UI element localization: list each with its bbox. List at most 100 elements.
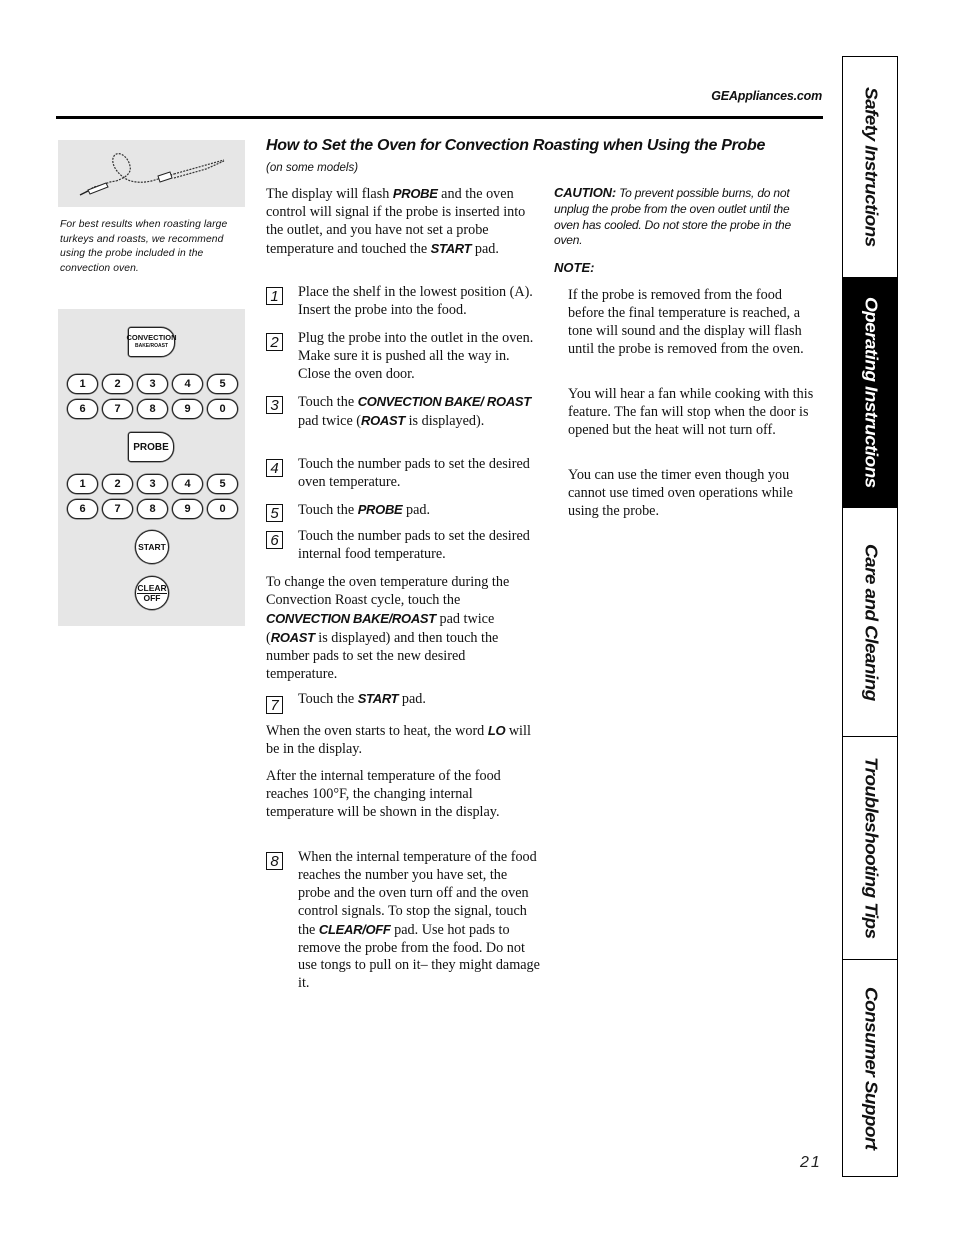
probe-illustration: [58, 140, 245, 207]
number-pad: 5: [207, 474, 238, 494]
step-4: 4 Touch the number pads to set the desir…: [266, 456, 541, 492]
tab-label: Safety Instructions: [860, 87, 881, 247]
step-6: 6 Touch the number pads to set the desir…: [266, 528, 541, 564]
step-text: Touch the number pads to set the desired…: [298, 456, 530, 490]
text: Touch the: [298, 394, 358, 410]
step-2: 2 Plug the probe into the outlet in the …: [266, 330, 541, 384]
step-number: 6: [266, 531, 283, 549]
start-pad-label: START: [138, 541, 166, 552]
clear-pad-line1: CLEAR: [137, 582, 167, 594]
step-8: 8 When the internal temperature of the f…: [266, 849, 541, 993]
step-number: 5: [266, 504, 283, 522]
tab-consumer-support[interactable]: Consumer Support: [843, 960, 897, 1176]
keyword-roast: ROAST: [270, 629, 315, 645]
number-pad: 0: [207, 399, 238, 419]
step-3: 3 Touch the CONVECTION BAKE/ ROAST pad t…: [266, 393, 541, 431]
text: Touch the: [298, 502, 358, 518]
number-pad: 3: [137, 474, 168, 494]
step-text: Touch the CONVECTION BAKE/ ROAST pad twi…: [298, 393, 541, 431]
number-pad: 4: [172, 374, 203, 394]
intro-paragraph: The display will flash PROBE and the ove…: [266, 185, 538, 259]
step-text: When the internal temperature of the foo…: [298, 849, 541, 993]
convection-pad-line1: CONVECTION: [126, 333, 177, 342]
probe-pad: PROBE: [128, 432, 174, 462]
step-number: 1: [266, 287, 283, 305]
clear-pad-line2: OFF: [143, 592, 161, 603]
number-pad: 2: [102, 474, 133, 494]
text: pad.: [398, 691, 426, 707]
number-pad: 9: [172, 399, 203, 419]
number-pad: 3: [137, 374, 168, 394]
tab-label: Troubleshooting Tips: [860, 757, 881, 939]
page-subtitle: (on some models): [266, 162, 359, 174]
number-pad: 2: [102, 374, 133, 394]
header-rule: [56, 116, 823, 119]
note-label: NOTE:: [554, 260, 595, 275]
meat-probe-icon: [79, 153, 225, 196]
keyword-convection-bake-roast: CONVECTION BAKE/ROAST: [266, 610, 436, 626]
keyword-probe: PROBE: [357, 502, 403, 517]
keyword-start: START: [357, 691, 399, 706]
step-number: 7: [266, 696, 283, 714]
step-5: 5 Touch the PROBE pad.: [266, 501, 541, 522]
number-pad: 1: [67, 374, 98, 394]
number-pad: 0: [207, 499, 238, 519]
number-pad: 5: [207, 374, 238, 394]
text: pad twice (: [298, 412, 362, 429]
tab-care-and-cleaning[interactable]: Care and Cleaning: [843, 508, 897, 737]
keyword-probe: PROBE: [392, 186, 438, 201]
number-pad: 7: [102, 399, 133, 419]
convection-bake-roast-pad: CONVECTION BAKE/ROAST: [126, 327, 177, 357]
clear-off-pad: CLEAR OFF: [135, 576, 169, 610]
number-pad: 8: [137, 399, 168, 419]
text: When the oven starts to heat, the word: [266, 723, 488, 739]
text: To change the oven temperature during th…: [266, 574, 510, 608]
tab-safety-instructions[interactable]: Safety Instructions: [843, 57, 897, 278]
caution-note: CAUTION: To prevent possible burns, do n…: [554, 185, 794, 249]
number-pad: 8: [137, 499, 168, 519]
caution-label: CAUTION:: [554, 185, 616, 200]
tab-operating-instructions[interactable]: Operating Instructions: [843, 278, 897, 508]
step-1: 1 Place the shelf in the lowest position…: [266, 284, 541, 320]
convection-pad-line2: BAKE/ROAST: [134, 343, 169, 349]
keyword-lo: LO: [487, 723, 506, 738]
step-text: Touch the number pads to set the desired…: [298, 528, 530, 562]
text: is displayed).: [405, 412, 485, 429]
section-tabs: Safety Instructions Operating Instructio…: [842, 56, 898, 1177]
tab-label: Care and Cleaning: [860, 543, 881, 701]
lo-display-paragraph: When the oven starts to heat, the word L…: [266, 722, 538, 759]
step-number: 8: [266, 852, 283, 870]
tab-label: Consumer Support: [860, 986, 881, 1150]
number-pad: 6: [67, 499, 98, 519]
text: Touch the: [298, 691, 358, 707]
step-text: Plug the probe into the outlet in the ov…: [298, 330, 534, 382]
start-pad: START: [135, 530, 169, 564]
step-number: 4: [266, 459, 283, 477]
note-paragraph: You will hear a fan while cooking with t…: [568, 386, 814, 438]
change-temperature-paragraph: To change the oven temperature during th…: [266, 574, 538, 683]
probe-caption: For best results when roasting large tur…: [60, 219, 228, 274]
page-title: How to Set the Oven for Convection Roast…: [266, 137, 766, 154]
text: pad.: [471, 240, 499, 257]
note-paragraph: If the probe is removed from the food be…: [568, 287, 804, 357]
page-number: 21: [800, 1154, 822, 1171]
site-url[interactable]: GEAppliances.com: [711, 89, 822, 103]
step-number: 3: [266, 396, 283, 414]
text: The display will flash: [266, 186, 393, 202]
number-pad: 9: [172, 499, 203, 519]
text: pad.: [402, 502, 431, 518]
number-pad: 4: [172, 474, 203, 494]
number-pad: 6: [67, 399, 98, 419]
keyword-roast: ROAST: [361, 412, 406, 428]
keyword-start: START: [430, 240, 472, 256]
tab-troubleshooting-tips[interactable]: Troubleshooting Tips: [843, 737, 897, 960]
step-text: Touch the PROBE pad.: [298, 501, 541, 520]
tab-label: Operating Instructions: [860, 297, 881, 488]
keyword-convection-bake-roast: CONVECTION BAKE/ ROAST: [357, 394, 532, 409]
number-pad: 1: [67, 474, 98, 494]
step-number: 2: [266, 333, 283, 351]
control-panel-illustration: CONVECTION BAKE/ROAST 1 2 3 4 5 6 7 8 9 …: [58, 309, 245, 626]
step-text: Place the shelf in the lowest position (…: [298, 284, 533, 318]
note-paragraph: You can use the timer even though you ca…: [568, 467, 793, 519]
step-text: Touch the START pad.: [298, 690, 541, 709]
